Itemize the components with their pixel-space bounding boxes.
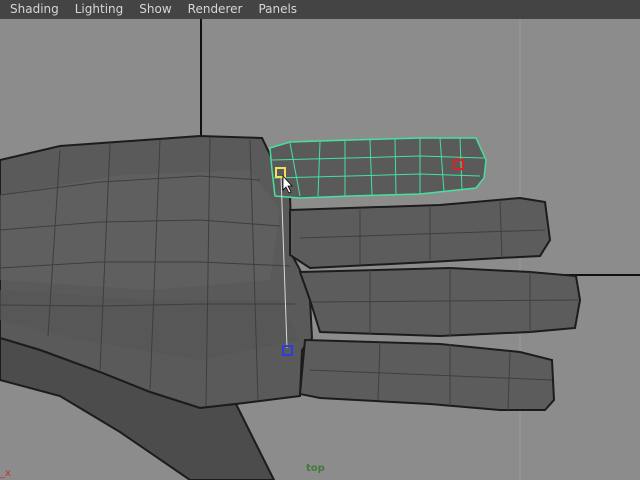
palm-shade (0, 170, 280, 290)
menu-renderer[interactable]: Renderer (182, 0, 249, 19)
top-view-viewport[interactable]: _x (0, 19, 640, 480)
menu-show[interactable]: Show (133, 0, 177, 19)
panel-menubar: Shading Lighting Show Renderer Panels (0, 0, 640, 19)
finger-index[interactable] (289, 196, 552, 270)
menu-shading[interactable]: Shading (4, 0, 65, 19)
camera-name-label: top (306, 463, 325, 474)
menu-panels[interactable]: Panels (252, 0, 303, 19)
axis-x-label: _x (0, 468, 11, 479)
hand-mesh[interactable] (0, 134, 582, 480)
viewport-scene (0, 19, 640, 480)
maya-viewport-window: Shading Lighting Show Renderer Panels _x… (0, 0, 640, 480)
menu-lighting[interactable]: Lighting (69, 0, 130, 19)
